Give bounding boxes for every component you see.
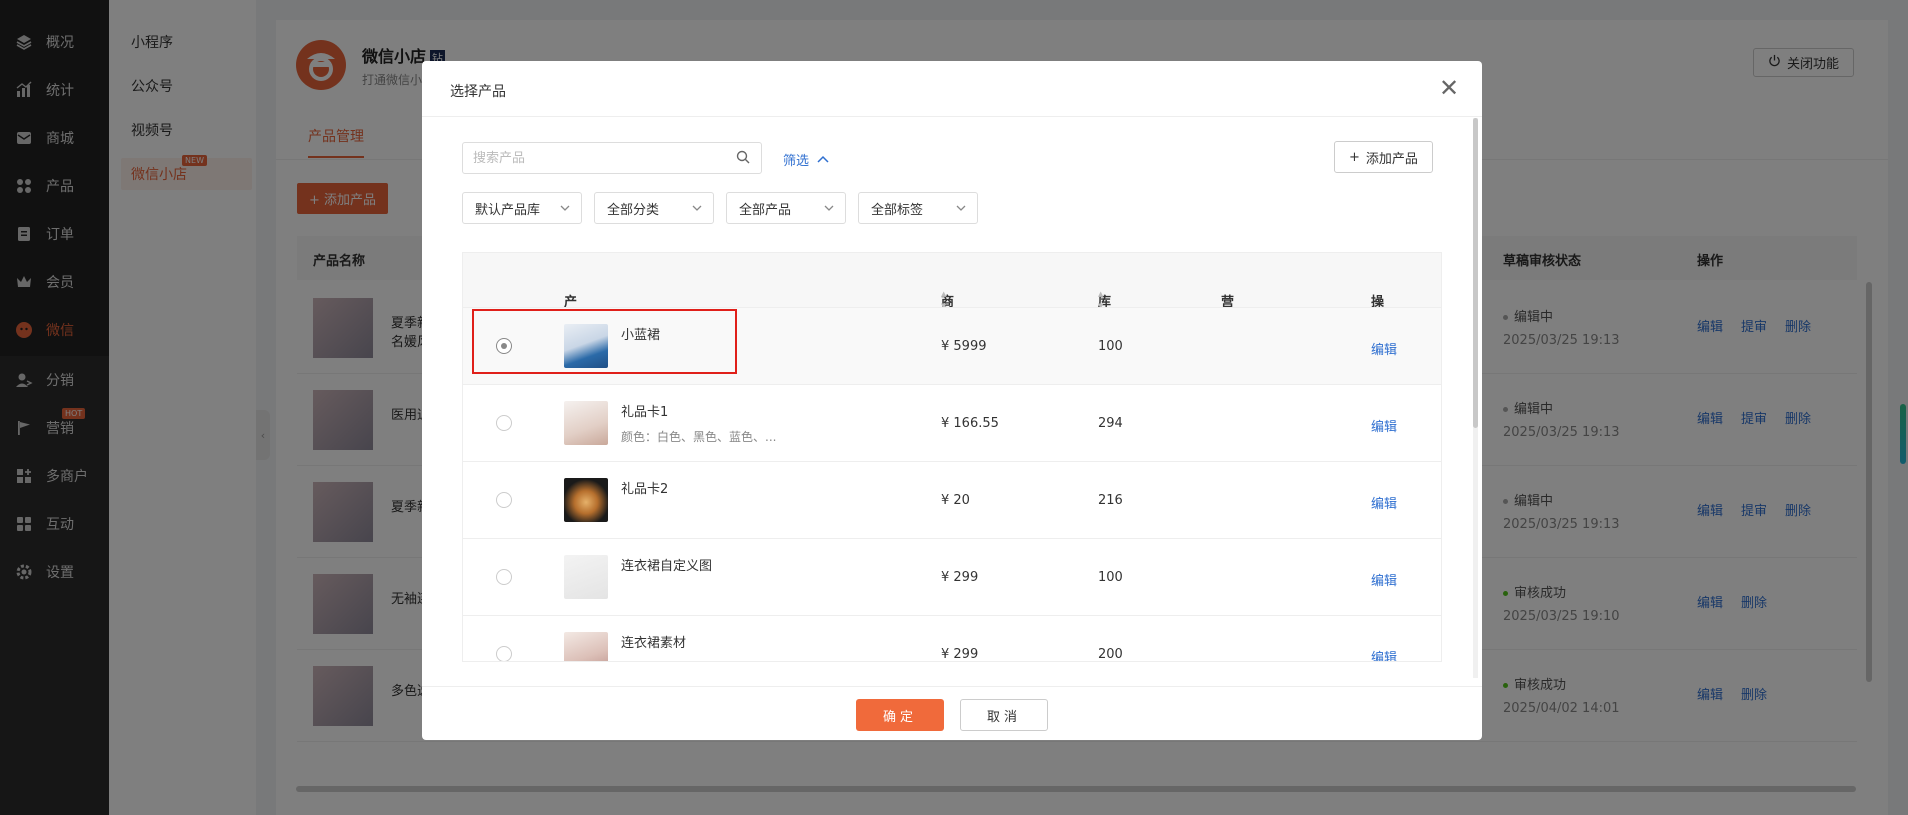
modal-scrollbar-thumb[interactable] [1473,118,1478,428]
chevron-down-icon [955,202,967,214]
select-tag[interactable]: 全部标签 [858,192,978,224]
confirm-button[interactable]: 确定 [856,699,944,731]
product-row[interactable]: 连衣裙素材 ¥ 299 200 编辑 [463,615,1441,662]
product-table-header: 产品 商城价▲▼ 库存▲▼ 营销活动 操作 [463,253,1441,367]
product-thumbnail [564,555,608,599]
chevron-down-icon [559,202,571,214]
select-radio[interactable] [496,415,512,431]
cancel-button[interactable]: 取消 [960,699,1048,731]
edit-link[interactable]: 编辑 [1371,339,1397,358]
product-name: 礼品卡1 [621,405,669,420]
search-input[interactable] [462,142,762,174]
select-library[interactable]: 默认产品库 [462,192,582,224]
chevron-up-icon [817,152,829,167]
product-stock: 294 [1098,416,1123,431]
product-price: ¥ 299 [941,647,979,662]
modal-scrollbar[interactable] [1473,118,1478,678]
product-price: ¥ 20 [941,493,970,508]
edit-link[interactable]: 编辑 [1371,416,1397,435]
add-product-button[interactable]: + 添加产品 [1334,141,1433,173]
modal-header: 选择产品 ✕ [422,61,1482,117]
plus-icon: + [1349,149,1360,165]
modal-footer: 确定 取消 [422,686,1482,740]
select-radio[interactable] [496,492,512,508]
product-stock: 200 [1098,647,1123,662]
search-icon[interactable] [736,150,752,166]
product-thumbnail [564,478,608,522]
product-name: 连衣裙素材 [621,636,687,651]
product-price: ¥ 166.55 [941,416,999,431]
select-value: 默认产品库 [475,202,541,218]
product-row[interactable]: 礼品卡2 ¥ 20 216 编辑 [463,461,1441,538]
selected-product-highlight [472,309,737,374]
select-radio[interactable] [496,569,512,585]
select-product-modal: 选择产品 ✕ 筛选 + 添加产品 默认产品库 全部分类 全部产品 全部标签 产品… [422,61,1482,740]
product-row[interactable]: 连衣裙自定义图 ¥ 299 100 编辑 [463,538,1441,615]
product-spec: 颜色：白色、黑色、蓝色、... [621,430,777,444]
product-thumbnail [564,632,608,661]
filter-label: 筛选 [783,154,810,169]
edit-link[interactable]: 编辑 [1371,647,1397,661]
product-stock: 100 [1098,339,1123,354]
product-stock: 100 [1098,570,1123,585]
product-thumbnail [564,401,608,445]
edit-link[interactable]: 编辑 [1371,570,1397,589]
select-value: 全部标签 [871,202,924,218]
product-stock: 216 [1098,493,1123,508]
select-category[interactable]: 全部分类 [594,192,714,224]
close-icon[interactable]: ✕ [1438,76,1460,100]
product-row[interactable]: 礼品卡1 颜色：白色、黑色、蓝色、... ¥ 166.55 294 编辑 [463,384,1441,461]
select-value: 全部分类 [607,202,660,218]
product-name: 礼品卡2 [621,482,669,497]
select-product-type[interactable]: 全部产品 [726,192,846,224]
chevron-down-icon [823,202,835,214]
select-value: 全部产品 [739,202,792,218]
edit-link[interactable]: 编辑 [1371,493,1397,512]
add-product-label: 添加产品 [1365,151,1418,167]
filter-toggle[interactable]: 筛选 [783,150,829,169]
product-price: ¥ 299 [941,570,979,585]
select-radio[interactable] [496,646,512,661]
product-price: ¥ 5999 [941,339,987,354]
product-name: 连衣裙自定义图 [621,559,713,574]
modal-title: 选择产品 [450,84,506,100]
chevron-down-icon [691,202,703,214]
